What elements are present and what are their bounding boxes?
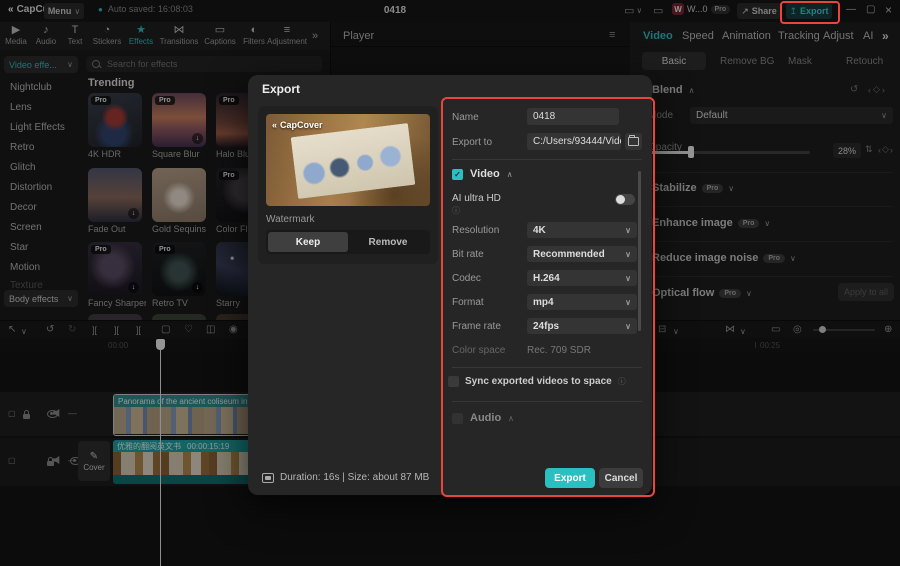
export-dialog: Export « CapCover Watermark Keep Remove … [248,75,652,495]
ai-ultra-hd-label: AI ultra HD [452,193,501,204]
export-preview: « CapCover [266,114,430,206]
framerate-label: Frame rate [452,321,501,332]
divider [452,367,642,368]
framerate-value: 24fps [533,320,560,332]
audio-section-header[interactable]: Audio ∧ [452,412,514,424]
info-icon: ⓘ [617,377,626,386]
browse-folder-button[interactable] [625,133,642,150]
chevron-down-icon: ∨ [625,225,631,235]
capcut-window: « CapCut Menu ∨ ● Auto saved: 16:08:03 0… [0,0,900,566]
chevron-down-icon: ∨ [625,321,631,331]
export-path-field[interactable]: C:/Users/93444/Videos... [527,133,621,150]
keep-label: Keep [295,236,321,248]
dialog-title: Export [262,82,301,96]
chevron-down-icon: ∨ [625,273,631,283]
duration-size-text: Duration: 16s | Size: about 87 MB [280,472,430,483]
watermark-logo-icon: « [272,120,278,130]
codec-dropdown[interactable]: H.264 ∨ [527,270,637,286]
resolution-label: Resolution [452,225,500,236]
export-summary: Duration: 16s | Size: about 87 MB [262,472,429,483]
audio-checkbox[interactable] [452,412,463,424]
resolution-dropdown[interactable]: 4K ∨ [527,222,637,238]
video-section-header[interactable]: ✓ Video ∧ [452,168,513,180]
video-checkbox[interactable]: ✓ [452,168,463,180]
preview-paper [290,123,416,199]
export-confirm-button[interactable]: Export [545,468,595,488]
chevron-down-icon: ∨ [625,249,631,259]
divider [452,159,642,160]
export-name-input[interactable] [527,108,619,125]
ai-ultra-hd-toggle[interactable] [615,194,635,205]
watermark-overlay: « CapCover [272,120,323,130]
monitor-icon [262,472,274,483]
video-section-label: Video [470,168,500,180]
framerate-dropdown[interactable]: 24fps ∨ [527,318,637,334]
watermark-label: Watermark [266,214,315,225]
dialog-scrollbar[interactable] [638,171,641,331]
colorspace-value: Rec. 709 SDR [527,345,591,356]
watermark-segmented: Keep Remove [266,230,430,254]
format-dropdown[interactable]: mp4 ∨ [527,294,637,310]
sync-space-row[interactable]: Sync exported videos to space ⓘ [448,376,626,387]
watermark-keep-button[interactable]: Keep [268,232,348,252]
check-icon: ✓ [454,169,461,179]
format-value: mp4 [533,296,554,308]
chevron-up-icon: ∧ [508,413,515,423]
codec-label: Codec [452,273,481,284]
chevron-up-icon: ∧ [506,169,513,179]
info-icon: ⓘ [452,206,460,215]
export-button-label: Export [554,472,586,484]
audio-section-label: Audio [470,412,502,424]
colorspace-label: Color space [452,345,506,356]
watermark-card: « CapCover Watermark Keep Remove [258,106,438,264]
bitrate-label: Bit rate [452,249,484,260]
remove-label: Remove [368,236,408,248]
name-label: Name [452,112,479,123]
chevron-down-icon: ∨ [625,297,631,307]
divider [452,401,642,402]
cancel-button-label: Cancel [604,472,638,484]
sync-checkbox[interactable] [448,376,459,387]
codec-value: H.264 [533,272,560,284]
export-to-label: Export to [452,137,493,148]
watermark-brand: CapCover [280,120,323,130]
sync-label: Sync exported videos to space [465,376,612,387]
folder-icon [628,135,639,146]
format-label: Format [452,297,484,308]
bitrate-dropdown[interactable]: Recommended ∨ [527,246,637,262]
watermark-remove-button[interactable]: Remove [348,232,428,252]
bitrate-value: Recommended [533,248,605,260]
resolution-value: 4K [533,224,546,236]
cancel-button[interactable]: Cancel [599,468,643,488]
